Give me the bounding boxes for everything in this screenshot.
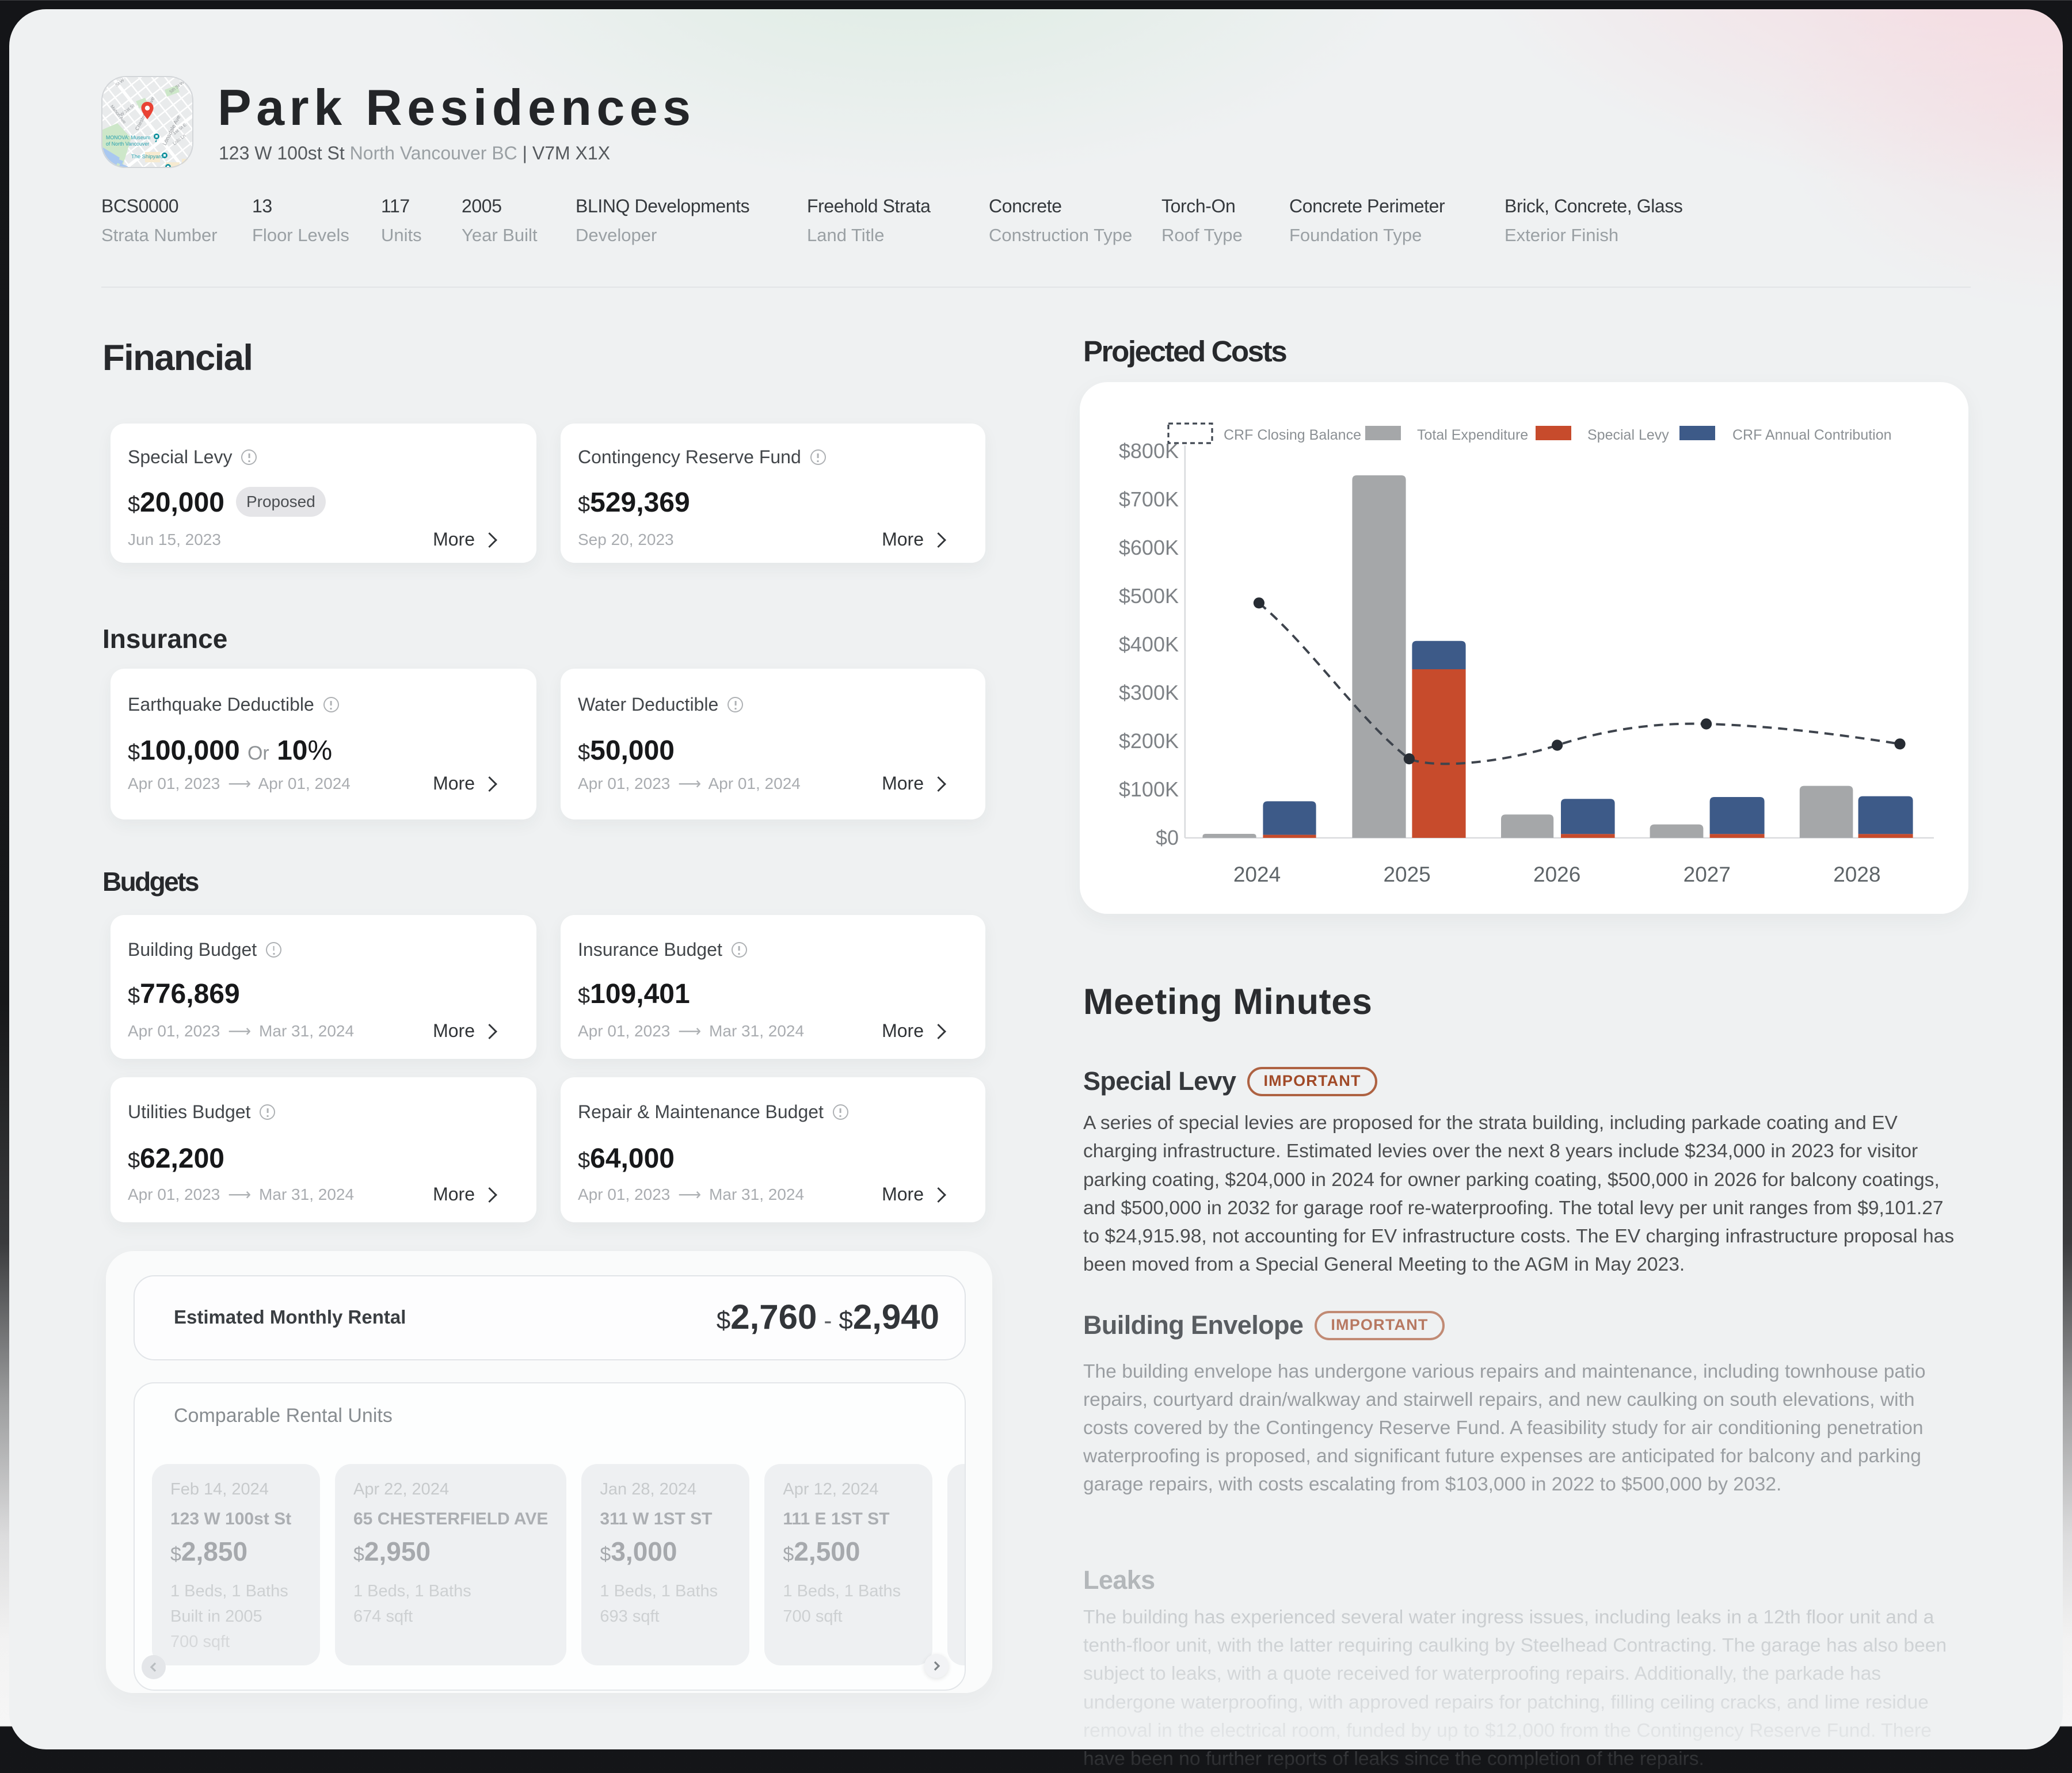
svg-text:$600K: $600K	[1119, 536, 1179, 559]
svg-text:Special Levy: Special Levy	[1587, 427, 1669, 443]
svg-text:2025: 2025	[1383, 863, 1430, 886]
svg-text:of North Vancouver: of North Vancouver	[106, 141, 149, 147]
svg-text:$100K: $100K	[1119, 777, 1179, 801]
svg-text:2024: 2024	[1233, 863, 1281, 886]
svg-text:$300K: $300K	[1119, 681, 1179, 704]
svg-text:$800K: $800K	[1119, 439, 1179, 463]
svg-text:2027: 2027	[1684, 863, 1731, 886]
svg-text:Total Expenditure: Total Expenditure	[1417, 427, 1528, 443]
svg-text:CRF Annual Contribution: CRF Annual Contribution	[1732, 427, 1892, 443]
svg-text:The Shipyards: The Shipyards	[131, 153, 166, 159]
svg-text:2026: 2026	[1533, 863, 1580, 886]
svg-text:CRF Closing Balance: CRF Closing Balance	[1224, 427, 1361, 443]
svg-text:2028: 2028	[1833, 863, 1880, 886]
svg-text:$700K: $700K	[1119, 487, 1179, 511]
svg-text:$500K: $500K	[1119, 584, 1179, 608]
svg-text:$200K: $200K	[1119, 729, 1179, 753]
svg-text:$400K: $400K	[1119, 632, 1179, 656]
svg-text:MONOVA: Museum: MONOVA: Museum	[106, 135, 150, 140]
svg-text:$0: $0	[1156, 826, 1179, 849]
